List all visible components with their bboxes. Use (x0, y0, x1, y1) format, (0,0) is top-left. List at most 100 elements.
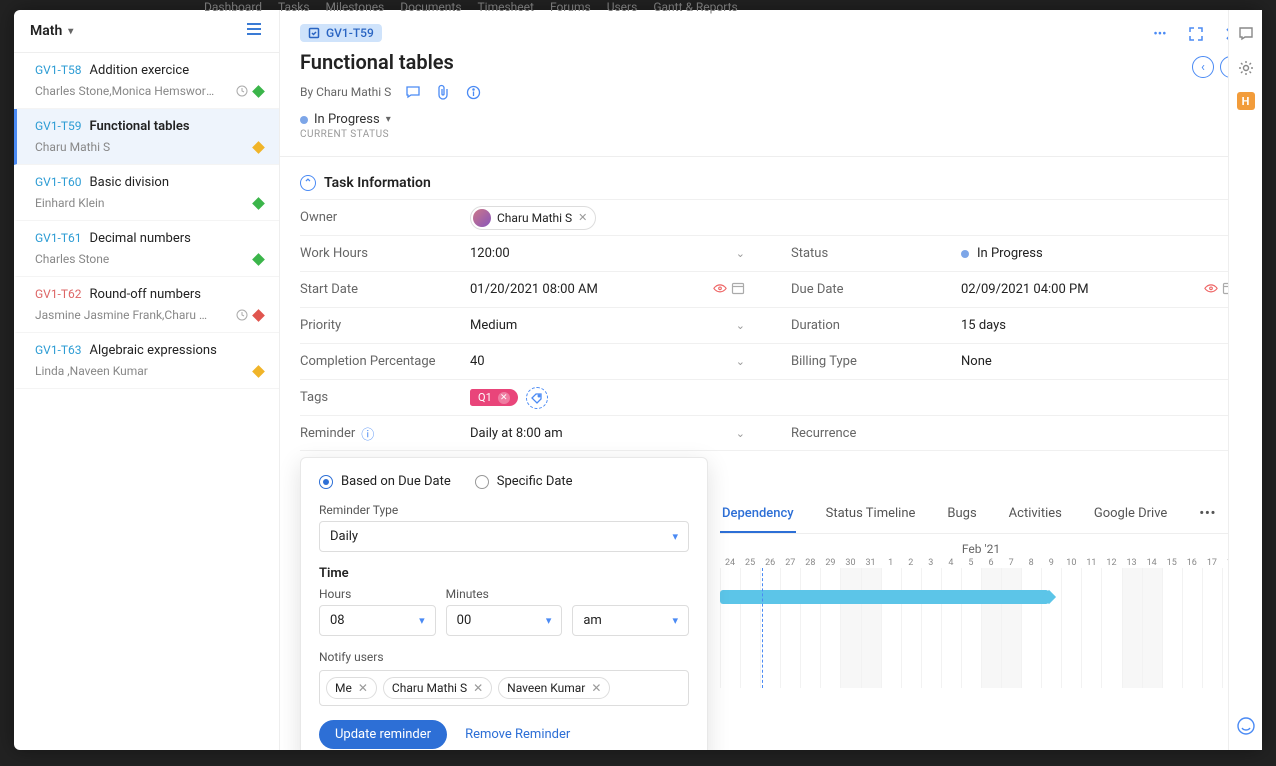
status-diamond-icon (252, 253, 265, 266)
minutes-select[interactable]: 00▾ (446, 605, 563, 636)
chevron-down-icon[interactable]: ⌄ (736, 319, 745, 332)
based-on-due-date-radio[interactable]: Based on Due Date (319, 474, 451, 489)
gantt-column (1041, 568, 1061, 688)
chevron-down-icon[interactable]: ⌄ (736, 355, 745, 368)
owner-label: Owner (300, 210, 470, 225)
task-header: GV1-T59 Functional tables By Charu Mathi… (280, 10, 1262, 104)
remove-tag-icon[interactable]: ✕ (498, 392, 510, 404)
chat-icon[interactable] (1236, 24, 1256, 44)
feedback-icon[interactable] (1236, 716, 1256, 736)
chevron-down-icon[interactable]: ⌄ (736, 247, 745, 260)
gantt-column (881, 568, 901, 688)
gantt-body[interactable] (720, 568, 1242, 688)
gantt-column (961, 568, 981, 688)
update-reminder-button[interactable]: Update reminder (319, 720, 447, 749)
task-item[interactable]: GV1-T59Functional tables Charu Mathi S (14, 109, 279, 165)
expand-icon[interactable] (1186, 24, 1206, 44)
gantt-column (1101, 568, 1121, 688)
tab-dependency[interactable]: Dependency (720, 496, 796, 533)
chevron-down-icon: ▾ (68, 26, 73, 37)
status-diamond-icon (252, 85, 265, 98)
hours-select[interactable]: 08▾ (319, 605, 436, 636)
calendar-icon[interactable] (731, 281, 745, 298)
info-icon[interactable] (465, 84, 481, 100)
chevron-down-icon[interactable]: ⌄ (736, 427, 745, 440)
gantt-column (840, 568, 860, 688)
reminder-type-label: Reminder Type (319, 503, 689, 517)
gantt-day: 27 (780, 558, 800, 568)
priority-value[interactable]: Medium (470, 318, 751, 333)
task-item[interactable]: GV1-T63Algebraic expressions Linda ,Nave… (14, 333, 279, 389)
reminder-value[interactable]: Daily at 8:00 am (470, 426, 751, 441)
specific-date-radio[interactable]: Specific Date (475, 474, 573, 489)
attachment-icon[interactable] (435, 84, 451, 100)
task-author: By Charu Mathi S (300, 85, 391, 99)
gantt-day: 29 (820, 558, 840, 568)
status-diamond-icon (252, 141, 265, 154)
task-information-header[interactable]: ⌃ Task Information (300, 157, 1242, 199)
gantt-today-line (762, 568, 763, 688)
remove-reminder-button[interactable]: Remove Reminder (465, 727, 570, 742)
gantt-day: 9 (1041, 558, 1061, 568)
comments-icon[interactable] (405, 84, 421, 100)
tabs-more-icon[interactable]: ••• (1197, 496, 1218, 533)
remove-icon[interactable]: ✕ (591, 681, 601, 695)
project-selector[interactable]: Math ▾ (30, 23, 73, 39)
status-dot-icon (300, 116, 308, 124)
gantt-day: 14 (1142, 558, 1162, 568)
status-selector[interactable]: In Progress ▾ (300, 112, 1242, 127)
owner-field[interactable]: Charu Mathi S ✕ (470, 206, 1231, 230)
task-id-chip[interactable]: GV1-T59 (300, 24, 382, 42)
due-date-value[interactable]: 02/09/2021 04:00 PM (961, 282, 1242, 297)
eye-icon[interactable] (1204, 283, 1218, 296)
task-owner: Charles Stone (35, 252, 109, 266)
minutes-label: Minutes (446, 587, 563, 601)
task-item[interactable]: GV1-T61Decimal numbers Charles Stone (14, 221, 279, 277)
notify-users-field[interactable]: Me✕ Charu Mathi S✕ Naveen Kumar✕ (319, 670, 689, 706)
gantt-month: Feb '21 (720, 534, 1242, 558)
task-item[interactable]: GV1-T60Basic division Einhard Klein (14, 165, 279, 221)
tab-bugs[interactable]: Bugs (945, 496, 978, 533)
task-item[interactable]: GV1-T58Addition exercice Charles Stone,M… (14, 53, 279, 109)
task-owner: Einhard Klein (35, 196, 105, 210)
reminder-type-select[interactable]: Daily▾ (319, 521, 689, 552)
prev-task-button[interactable]: ‹ (1192, 56, 1214, 78)
remove-owner-icon[interactable]: ✕ (578, 211, 587, 224)
remove-icon[interactable]: ✕ (358, 681, 368, 695)
info-icon[interactable]: ⓘ (361, 424, 374, 443)
tag-chip-q1[interactable]: Q1✕ (470, 389, 518, 406)
help-badge[interactable]: H (1237, 92, 1255, 110)
notify-chip[interactable]: Charu Mathi S✕ (383, 677, 492, 699)
gantt-task-bar[interactable] (720, 590, 1049, 604)
remove-icon[interactable]: ✕ (473, 681, 483, 695)
settings-icon[interactable] (1236, 58, 1256, 78)
task-item[interactable]: GV1-T62Round-off numbers Jasmine Jasmine… (14, 277, 279, 333)
completion-value[interactable]: 40 (470, 354, 751, 369)
owner-chip[interactable]: Charu Mathi S ✕ (470, 206, 596, 230)
tags-field[interactable]: Q1✕ (470, 387, 1228, 409)
start-date-value[interactable]: 01/20/2021 08:00 AM (470, 282, 751, 297)
gantt-column (981, 568, 1001, 688)
clock-icon (236, 309, 248, 321)
chevron-down-icon: ▾ (419, 614, 425, 627)
task-id: GV1-T63 (35, 343, 82, 357)
ampm-select[interactable]: am▾ (572, 605, 689, 636)
tab-activities[interactable]: Activities (1007, 496, 1064, 533)
eye-icon[interactable] (713, 283, 727, 296)
add-tag-button[interactable] (526, 387, 548, 409)
more-icon[interactable]: ••• (1150, 24, 1170, 44)
task-id: GV1-T60 (35, 175, 82, 189)
gantt-column (861, 568, 881, 688)
status-field[interactable]: In Progress (961, 246, 1242, 261)
notify-chip[interactable]: Naveen Kumar✕ (498, 677, 610, 699)
work-hours-value[interactable]: 120:00 (470, 246, 751, 261)
status-caption: CURRENT STATUS (300, 129, 1242, 140)
gantt-column (1162, 568, 1182, 688)
list-toggle-icon[interactable] (245, 22, 263, 40)
duration-value[interactable]: 15 days (961, 318, 1242, 333)
recurrence-label: Recurrence (791, 426, 961, 441)
notify-chip-me[interactable]: Me✕ (326, 677, 377, 699)
tab-google-drive[interactable]: Google Drive (1092, 496, 1169, 533)
billing-value[interactable]: None (961, 354, 1242, 369)
tab-status-timeline[interactable]: Status Timeline (824, 496, 918, 533)
